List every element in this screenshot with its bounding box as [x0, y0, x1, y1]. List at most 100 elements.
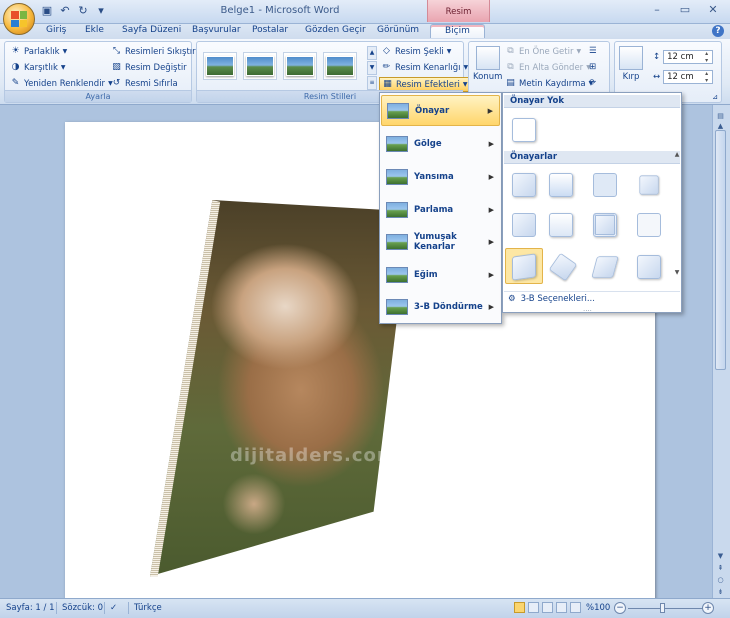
zoom-slider-track[interactable]: [628, 608, 704, 609]
preset-2[interactable]: [545, 169, 576, 200]
preset-1[interactable]: [508, 169, 539, 200]
rotate-icon[interactable]: ⟳: [589, 78, 596, 88]
height-icon: ↕: [653, 52, 661, 62]
prev-page-icon[interactable]: ⇞: [714, 562, 727, 574]
tab-giris[interactable]: Giriş: [46, 25, 66, 35]
tab-basvurular[interactable]: Başvurular: [192, 25, 241, 35]
picture-border-icon: ✏: [382, 62, 391, 72]
next-page-icon[interactable]: ⇟: [714, 586, 727, 598]
align-icon[interactable]: ☰: [589, 46, 597, 56]
close-icon[interactable]: ✕: [700, 2, 726, 18]
menu-item-3d-rotation[interactable]: 3-B Döndürme ▶: [381, 291, 500, 322]
help-icon[interactable]: ?: [712, 25, 724, 37]
width-input[interactable]: 12 cm: [663, 70, 714, 84]
zoom-slider-thumb[interactable]: [660, 603, 665, 613]
crop-button[interactable]: Kırp: [619, 46, 643, 82]
submenu-scroll-up-icon[interactable]: ▲: [673, 151, 681, 158]
full-screen-view-icon[interactable]: [528, 602, 539, 613]
soft-edges-icon: [386, 233, 408, 250]
preset-3[interactable]: [589, 169, 620, 200]
recolor-button[interactable]: ✎ Yeniden Renklendir ▼: [10, 78, 113, 89]
group-objects-icon[interactable]: ⊞: [589, 62, 596, 72]
menu-item-label: Gölge: [414, 138, 442, 149]
change-picture-label: Resim Değiştir: [125, 62, 187, 73]
tab-sayfa-duzeni[interactable]: Sayfa Düzeni: [122, 25, 181, 35]
send-to-back-button[interactable]: ⧉ En Alta Gönder ▼: [505, 62, 591, 73]
contrast-icon: ◑: [11, 62, 20, 72]
preset-none[interactable]: [508, 114, 539, 145]
menu-item-label: Parlama: [414, 204, 454, 215]
picture-style-3[interactable]: [283, 52, 317, 80]
picture-shape-button[interactable]: ◇ Resim Şekli ▼: [381, 46, 451, 57]
preset-11[interactable]: [589, 251, 620, 282]
tab-postalar[interactable]: Postalar: [252, 25, 288, 35]
preset-5[interactable]: [508, 209, 539, 240]
bring-to-front-button[interactable]: ⧉ En Öne Getir ▼: [505, 46, 581, 57]
zoom-out-icon[interactable]: −: [614, 602, 626, 614]
picture-border-label: Resim Kenarlığı: [395, 62, 461, 73]
text-wrapping-button[interactable]: ▤ Metin Kaydırma ▼: [505, 78, 593, 89]
preset-4[interactable]: [633, 169, 664, 200]
scroll-down-icon[interactable]: ▼: [714, 550, 727, 562]
tab-ekle[interactable]: Ekle: [85, 25, 104, 35]
preset-7[interactable]: [589, 209, 620, 240]
web-layout-view-icon[interactable]: [542, 602, 553, 613]
picture-style-4[interactable]: [323, 52, 357, 80]
picture-style-1[interactable]: [203, 52, 237, 80]
tab-gorunum[interactable]: Görünüm: [377, 25, 419, 35]
gallery-more-icon[interactable]: ≡: [367, 76, 377, 90]
divider: [104, 602, 105, 614]
menu-item-soft-edges[interactable]: Yumuşak Kenarlar ▶: [381, 226, 500, 257]
crop-icon: [619, 46, 643, 70]
reset-picture-button[interactable]: ↺ Resmi Sıfırla: [111, 78, 178, 89]
preset-8[interactable]: [633, 209, 664, 240]
bulldog-picture[interactable]: [150, 200, 410, 580]
menu-item-preset[interactable]: Önayar ▶: [381, 95, 500, 126]
resize-grip[interactable]: ....: [583, 305, 592, 313]
change-picture-button[interactable]: ▧ Resim Değiştir: [111, 62, 187, 73]
height-input[interactable]: 12 cm: [663, 50, 714, 64]
contrast-button[interactable]: ◑ Karşıtlık ▼: [10, 62, 66, 73]
gallery-down-icon[interactable]: ▼: [367, 61, 377, 75]
picture-style-2[interactable]: [243, 52, 277, 80]
brightness-button[interactable]: ☀ Parlaklık ▼: [10, 46, 67, 57]
submenu-scroll-down-icon[interactable]: ▼: [673, 269, 681, 276]
menu-item-bevel[interactable]: Eğim ▶: [381, 259, 500, 290]
menu-item-glow[interactable]: Parlama ▶: [381, 194, 500, 225]
compress-pictures-button[interactable]: ⤡ Resimleri Sıkıştır: [111, 46, 196, 57]
preset-6[interactable]: [545, 209, 576, 240]
page-count[interactable]: Sayfa: 1 / 1: [6, 603, 55, 613]
browse-object-icon[interactable]: ○: [714, 574, 727, 586]
preset-12[interactable]: [633, 251, 664, 282]
tab-gozden-gecir[interactable]: Gözden Geçir: [305, 25, 366, 35]
preset-10[interactable]: [547, 251, 578, 282]
scroll-thumb[interactable]: [715, 130, 726, 370]
text-wrap-icon: ▤: [506, 78, 515, 88]
submenu-scrollbar[interactable]: ▲ ▼: [673, 151, 681, 289]
proofing-icon[interactable]: ✓: [110, 603, 117, 613]
draft-view-icon[interactable]: [570, 602, 581, 613]
language[interactable]: Türkçe: [134, 603, 162, 613]
print-layout-view-icon[interactable]: [514, 602, 525, 613]
gallery-up-icon[interactable]: ▲: [367, 46, 377, 60]
minimize-icon[interactable]: –: [644, 2, 670, 18]
width-spinner[interactable]: ↔ 12 cm: [653, 70, 714, 84]
zoom-level[interactable]: %100: [586, 603, 610, 613]
maximize-icon[interactable]: ▭: [672, 2, 698, 18]
menu-item-reflection[interactable]: Yansıma ▶: [381, 161, 500, 192]
word-count[interactable]: Sözcük: 0: [62, 603, 103, 613]
dialog-launcher-icon[interactable]: ⊿: [712, 93, 718, 101]
outline-view-icon[interactable]: [556, 602, 567, 613]
3d-options-item[interactable]: ⚙ 3-B Seçenekleri...: [504, 291, 680, 305]
menu-item-shadow[interactable]: Gölge ▶: [381, 128, 500, 159]
office-button[interactable]: [3, 3, 35, 35]
height-spinner[interactable]: ↕ 12 cm: [653, 50, 714, 64]
preset-submenu: Önayar Yok Önayarlar ▲ ▼ ⚙ 3-B Seçenekle…: [502, 92, 682, 313]
zoom-in-icon[interactable]: +: [702, 602, 714, 614]
tab-bicim[interactable]: Biçim: [430, 24, 485, 38]
preset-9-selected[interactable]: [505, 248, 543, 284]
picture-border-button[interactable]: ✏ Resim Kenarlığı ▼: [381, 62, 468, 73]
recolor-icon: ✎: [11, 78, 20, 88]
change-picture-icon: ▧: [112, 62, 121, 72]
position-button[interactable]: Konum: [473, 46, 502, 82]
